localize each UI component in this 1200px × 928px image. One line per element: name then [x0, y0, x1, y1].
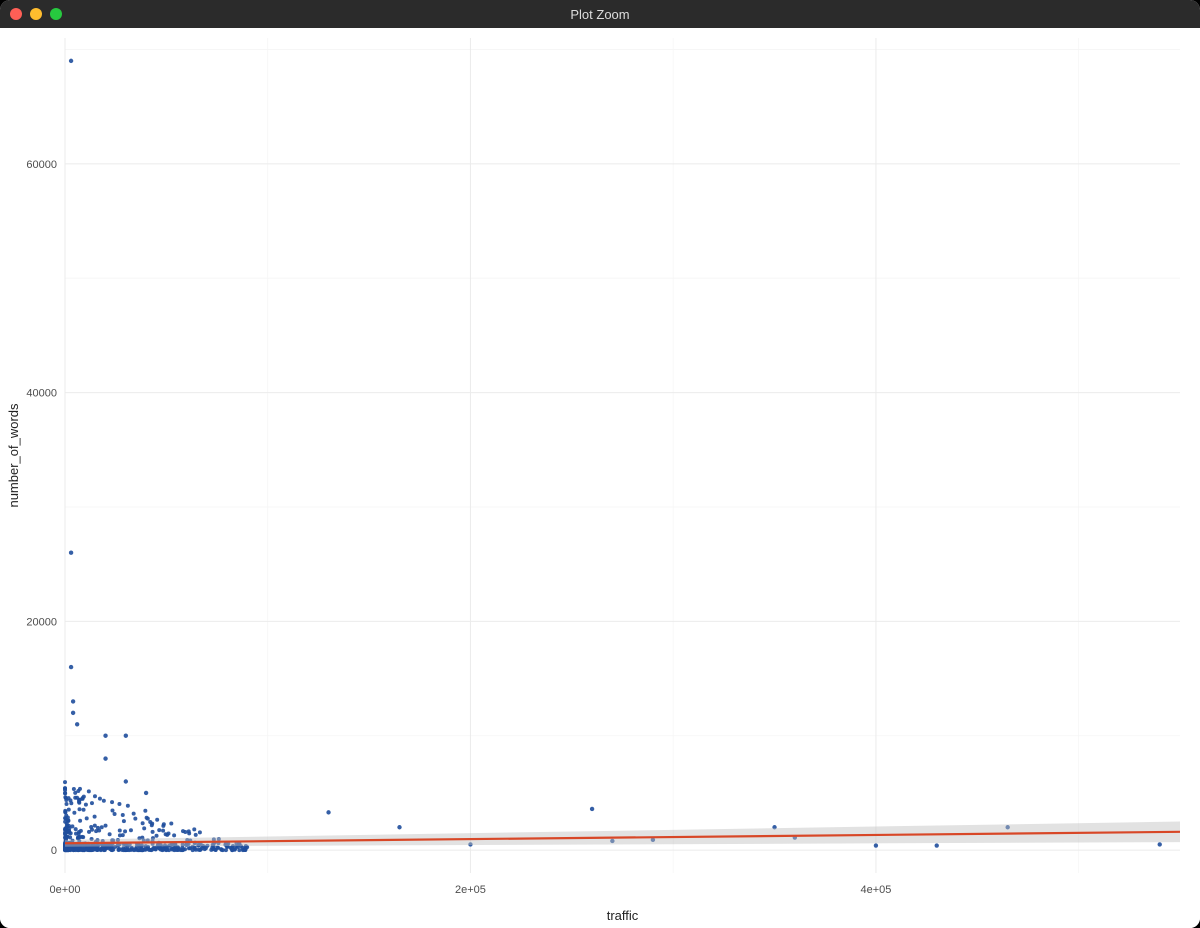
y-axis-title: number_of_words [6, 403, 21, 508]
window-titlebar[interactable]: Plot Zoom [0, 0, 1200, 28]
scatter-plot: 0e+00 2e+05 4e+05 0 20000 40000 60000 traffic nu… [0, 28, 1200, 928]
y-tick-label: 0 [51, 845, 57, 857]
window-minimize-icon[interactable] [30, 8, 42, 20]
y-tick-label: 40000 [26, 388, 57, 400]
window-zoom-icon[interactable] [50, 8, 62, 20]
y-tick-label: 20000 [26, 616, 57, 628]
x-tick-label: 2e+05 [455, 884, 486, 896]
plot-canvas: 0e+00 2e+05 4e+05 0 20000 40000 60000 traffic nu… [0, 28, 1200, 928]
x-tick-label: 4e+05 [860, 884, 891, 896]
y-tick-label: 60000 [26, 159, 57, 171]
traffic-lights [10, 8, 62, 20]
plot-zoom-window: Plot Zoom 0e+00 2e+05 4e+05 0 20000 40000 6000… [0, 0, 1200, 928]
window-title: Plot Zoom [0, 7, 1200, 22]
window-close-icon[interactable] [10, 8, 22, 20]
x-tick-label: 0e+00 [50, 884, 81, 896]
x-axis-title: traffic [607, 908, 639, 923]
